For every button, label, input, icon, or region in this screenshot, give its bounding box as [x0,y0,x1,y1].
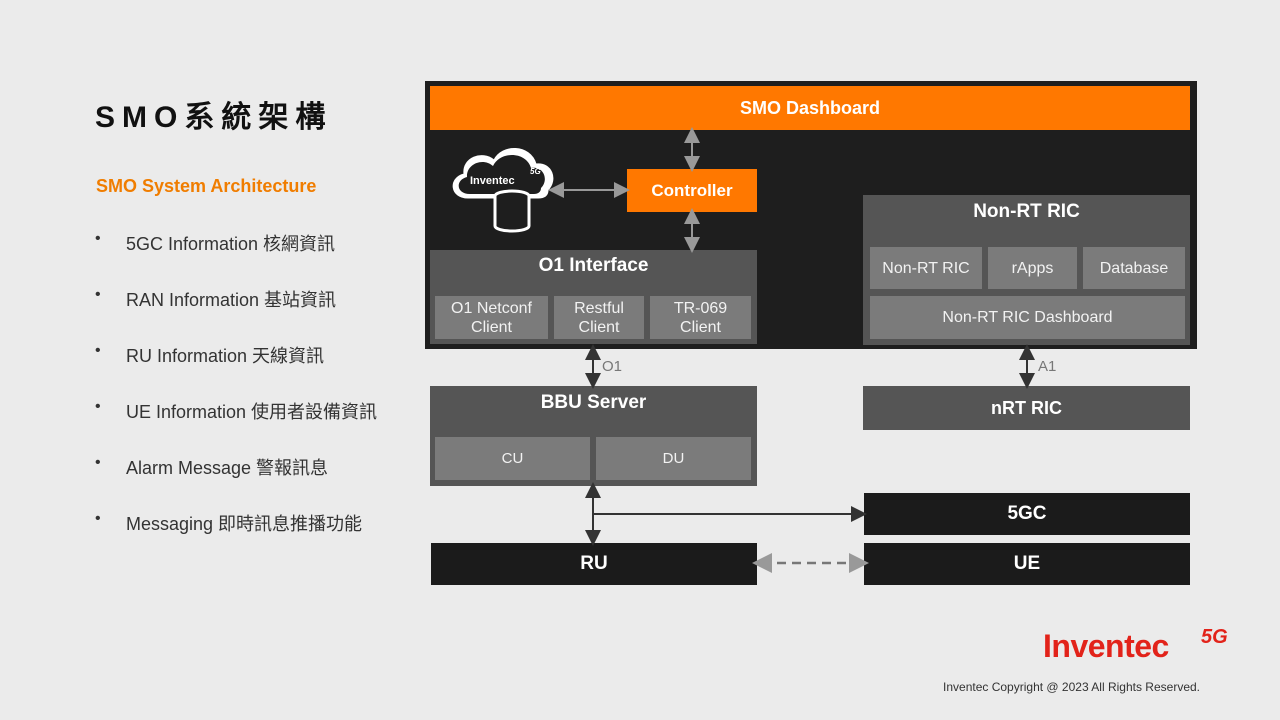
logo-text: Inventec [1043,628,1169,664]
inventec-logo: Inventec 5G [1043,626,1228,665]
logo-badge: 5G [1201,626,1228,648]
connector-arrows [548,127,1035,573]
a1-label: A1 [1038,358,1057,375]
copyright-text: Inventec Copyright @ 2023 All Rights Res… [943,680,1200,694]
o1-label: O1 [602,358,623,375]
